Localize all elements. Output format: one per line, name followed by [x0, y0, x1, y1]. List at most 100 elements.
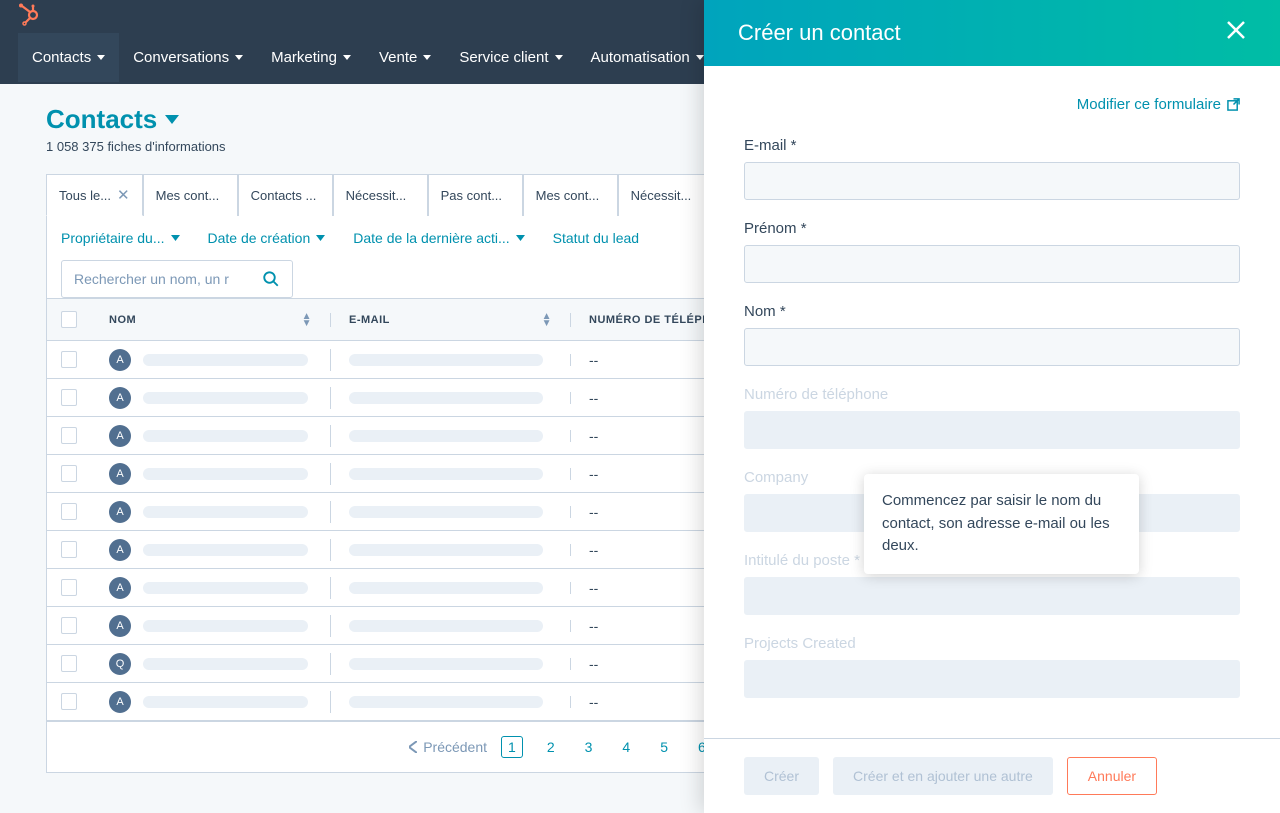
pagination-prev[interactable]: Précédent	[409, 739, 487, 755]
tab-label: Nécessit...	[631, 188, 692, 203]
phone-label: Numéro de téléphone	[744, 386, 1240, 403]
search-input[interactable]	[74, 271, 254, 287]
chevron-down-icon	[235, 55, 243, 60]
page-4[interactable]: 4	[616, 737, 636, 757]
projects-input	[744, 660, 1240, 698]
email-placeholder	[349, 468, 543, 480]
email-placeholder	[349, 392, 543, 404]
avatar: A	[109, 501, 131, 523]
avatar: A	[109, 387, 131, 409]
email-placeholder	[349, 354, 543, 366]
page-1[interactable]: 1	[501, 736, 523, 758]
tab-necessit-2[interactable]: Nécessit...	[618, 174, 713, 216]
chevron-down-icon	[171, 235, 180, 241]
nav-label: Marketing	[271, 49, 337, 66]
column-label: NOM	[109, 314, 136, 326]
chevron-down-icon	[316, 235, 325, 241]
name-placeholder	[143, 620, 308, 632]
select-all-checkbox[interactable]	[61, 311, 77, 328]
tab-label: Pas cont...	[441, 188, 502, 203]
chevron-down-icon	[97, 55, 105, 60]
name-placeholder	[143, 354, 308, 366]
chevron-down-icon	[516, 235, 525, 241]
email-placeholder	[349, 658, 543, 670]
name-placeholder	[143, 392, 308, 404]
create-add-button[interactable]: Créer et en ajouter une autre	[833, 757, 1053, 795]
tab-contacts[interactable]: Contacts ...	[238, 174, 333, 216]
row-checkbox[interactable]	[61, 655, 77, 672]
chevron-down-icon	[696, 55, 704, 60]
avatar: Q	[109, 653, 131, 675]
name-placeholder	[143, 430, 308, 442]
tab-pas-cont[interactable]: Pas cont...	[428, 174, 523, 216]
filter-label: Date de la dernière acti...	[353, 230, 509, 246]
page-title: Contacts	[46, 104, 157, 135]
row-checkbox[interactable]	[61, 389, 77, 406]
column-email[interactable]: E-MAIL ▲▼	[331, 313, 571, 327]
create-contact-panel: Créer un contact Modifier ce formulaire …	[704, 0, 1280, 813]
row-checkbox[interactable]	[61, 541, 77, 558]
lastname-input[interactable]	[744, 328, 1240, 366]
filter-label: Date de création	[208, 230, 311, 246]
tab-necessit-1[interactable]: Nécessit...	[333, 174, 428, 216]
phone-input	[744, 411, 1240, 449]
firstname-input[interactable]	[744, 245, 1240, 283]
avatar: A	[109, 615, 131, 637]
close-icon[interactable]: ✕	[117, 186, 130, 204]
page-3[interactable]: 3	[579, 737, 599, 757]
email-label: E-mail *	[744, 137, 1240, 154]
tab-label: Mes cont...	[156, 188, 220, 203]
email-placeholder	[349, 506, 543, 518]
nav-vente[interactable]: Vente	[365, 33, 445, 82]
page-title-dropdown[interactable]: Contacts	[46, 104, 179, 135]
close-button[interactable]	[1226, 19, 1246, 47]
nav-marketing[interactable]: Marketing	[257, 33, 365, 82]
create-button[interactable]: Créer	[744, 757, 819, 795]
nav-contacts[interactable]: Contacts	[18, 33, 119, 82]
lastname-label: Nom *	[744, 303, 1240, 320]
filter-create-date[interactable]: Date de création	[208, 230, 326, 246]
nav-service[interactable]: Service client	[445, 33, 576, 82]
chevron-down-icon	[423, 55, 431, 60]
name-placeholder	[143, 582, 308, 594]
close-icon	[1226, 20, 1246, 40]
nav-conversations[interactable]: Conversations	[119, 33, 257, 82]
row-checkbox[interactable]	[61, 579, 77, 596]
sort-icon: ▲▼	[302, 313, 312, 327]
tab-my-contacts[interactable]: Mes cont...	[143, 174, 238, 216]
tab-label: Tous le...	[59, 188, 111, 203]
filter-owner[interactable]: Propriétaire du...	[61, 230, 180, 246]
tab-my-contacts-2[interactable]: Mes cont...	[523, 174, 618, 216]
row-checkbox[interactable]	[61, 503, 77, 520]
nav-automatisation[interactable]: Automatisation	[577, 33, 718, 82]
firstname-label: Prénom *	[744, 220, 1240, 237]
hubspot-logo[interactable]	[16, 3, 40, 27]
row-checkbox[interactable]	[61, 617, 77, 634]
row-checkbox[interactable]	[61, 427, 77, 444]
page-5[interactable]: 5	[654, 737, 674, 757]
tab-label: Nécessit...	[346, 188, 407, 203]
name-placeholder	[143, 696, 308, 708]
chevron-down-icon	[165, 115, 179, 124]
tab-all[interactable]: Tous le... ✕	[46, 174, 143, 216]
cancel-button[interactable]: Annuler	[1067, 757, 1157, 795]
avatar: A	[109, 349, 131, 371]
column-name[interactable]: NOM ▲▼	[91, 313, 331, 327]
edit-form-link[interactable]: Modifier ce formulaire	[744, 96, 1240, 113]
row-checkbox[interactable]	[61, 693, 77, 710]
email-input[interactable]	[744, 162, 1240, 200]
filter-lead-status[interactable]: Statut du lead	[553, 230, 639, 246]
row-checkbox[interactable]	[61, 351, 77, 368]
filter-last-activity[interactable]: Date de la dernière acti...	[353, 230, 524, 246]
nav-label: Contacts	[32, 49, 91, 66]
nav-label: Service client	[459, 49, 548, 66]
avatar: A	[109, 425, 131, 447]
hubspot-logo-icon	[16, 3, 40, 27]
column-label: NUMÉRO DE TÉLÉPH	[589, 314, 711, 326]
search-icon[interactable]	[262, 270, 280, 288]
edit-form-label: Modifier ce formulaire	[1077, 96, 1221, 113]
page-2[interactable]: 2	[541, 737, 561, 757]
tab-label: Mes cont...	[536, 188, 600, 203]
panel-footer: Créer Créer et en ajouter une autre Annu…	[704, 738, 1280, 813]
row-checkbox[interactable]	[61, 465, 77, 482]
